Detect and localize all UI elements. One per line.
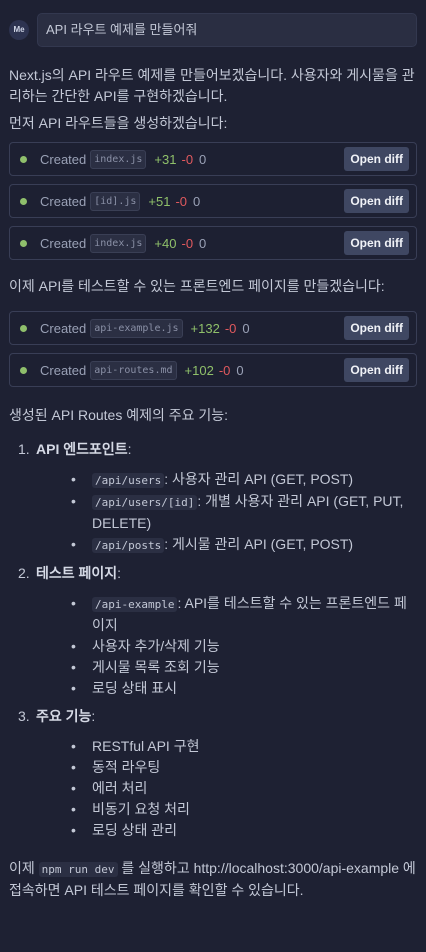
file-card: Created index.js +31 -0 0 Open diff — [9, 142, 417, 176]
list-item: 로딩 상태 관리 — [36, 820, 417, 841]
list-item: 로딩 상태 표시 — [36, 678, 417, 699]
lines-changed: 0 — [193, 193, 201, 209]
lines-added: +102 — [184, 362, 214, 378]
section-title: 주요 기능 — [36, 708, 92, 724]
section-suffix: : — [91, 708, 96, 724]
inline-code: /api/posts — [92, 538, 165, 553]
lines-removed: -0 — [181, 151, 194, 167]
list-item-text: 게시물 목록 조회 기능 — [92, 659, 220, 675]
status-dot-icon — [20, 197, 27, 205]
open-diff-button[interactable]: Open diff — [344, 316, 409, 340]
assistant-step-text: 먼저 API 라우트들을 생성하겠습니다: — [9, 115, 228, 131]
file-card: Created index.js +40 -0 0 Open diff — [9, 226, 417, 260]
section-number: 2. — [18, 565, 30, 581]
list-item-text: 비동기 요청 처리 — [92, 801, 190, 817]
lines-added: +51 — [148, 193, 171, 209]
list-item-text: RESTful API 구현 — [92, 738, 200, 754]
lines-added: +31 — [154, 151, 177, 167]
list-item: RESTful API 구현 — [36, 736, 417, 757]
created-label: Created — [40, 151, 87, 167]
user-message[interactable]: API 라우트 예제를 만들어줘 — [37, 13, 417, 47]
status-dot-icon — [20, 366, 27, 374]
open-diff-button[interactable]: Open diff — [344, 189, 409, 213]
section-suffix: : — [127, 441, 132, 457]
list-item: /api/posts: 게시물 관리 API (GET, POST) — [36, 534, 417, 556]
features-list: 1. API 엔드포인트: /api/users: 사용자 관리 API (GE… — [9, 439, 417, 841]
created-label: Created — [40, 193, 87, 209]
section-title: 테스트 페이지 — [36, 565, 118, 581]
lines-changed: 0 — [236, 362, 244, 378]
inline-code: /api-example — [92, 597, 178, 612]
open-diff-button[interactable]: Open diff — [344, 147, 409, 171]
lines-changed: 0 — [199, 151, 207, 167]
section-number: 3. — [18, 708, 30, 724]
inline-code: /api/users — [92, 473, 165, 488]
list-item: 비동기 요청 처리 — [36, 799, 417, 820]
list-item-text: 동적 라우팅 — [92, 759, 161, 775]
section-title: API 엔드포인트 — [36, 441, 128, 457]
user-message-row: Me API 라우트 예제를 만들어줘 — [9, 0, 417, 47]
feature-section: 1. API 엔드포인트: /api/users: 사용자 관리 API (GE… — [9, 439, 417, 556]
file-name: index.js — [90, 149, 147, 169]
list-item: /api/users/[id]: 개별 사용자 관리 API (GET, PUT… — [36, 491, 417, 534]
footer-text-before: 이제 — [9, 860, 39, 876]
inline-code: /api/users/[id] — [92, 495, 198, 510]
list-item: 에러 처리 — [36, 778, 417, 799]
open-diff-button[interactable]: Open diff — [344, 231, 409, 255]
features-heading: 생성된 API Routes 예제의 주요 기능: — [9, 407, 229, 423]
file-name: api-routes.md — [90, 360, 177, 380]
list-item: 게시물 목록 조회 기능 — [36, 657, 417, 678]
open-diff-button[interactable]: Open diff — [344, 358, 409, 382]
list-item: /api-example: API를 테스트할 수 있는 프론트엔드 페이지 — [36, 593, 417, 636]
lines-changed: 0 — [242, 320, 250, 336]
file-card: Created api-example.js +132 -0 0 Open di… — [9, 311, 417, 345]
lines-added: +40 — [154, 235, 177, 251]
lines-changed: 0 — [199, 235, 207, 251]
list-item-text: : 사용자 관리 API (GET, POST) — [164, 471, 354, 487]
file-cards-group-1: Created index.js +31 -0 0 Open diff Crea… — [9, 142, 417, 260]
file-card: Created [id].js +51 -0 0 Open diff — [9, 184, 417, 218]
status-dot-icon — [20, 239, 27, 247]
created-label: Created — [40, 235, 87, 251]
list-item-text: 에러 처리 — [92, 780, 148, 796]
file-name: api-example.js — [90, 318, 183, 338]
list-item-text: 로딩 상태 표시 — [92, 680, 178, 696]
file-name: index.js — [90, 233, 147, 253]
list-item-text: 로딩 상태 관리 — [92, 822, 178, 838]
lines-removed: -0 — [175, 193, 188, 209]
status-dot-icon — [20, 324, 27, 332]
lines-removed: -0 — [224, 320, 237, 336]
list-item: /api/users: 사용자 관리 API (GET, POST) — [36, 469, 417, 491]
file-card: Created api-routes.md +102 -0 0 Open dif… — [9, 353, 417, 387]
file-cards-group-2: Created api-example.js +132 -0 0 Open di… — [9, 311, 417, 387]
feature-section: 2. 테스트 페이지: /api-example: API를 테스트할 수 있는… — [9, 563, 417, 699]
created-label: Created — [40, 362, 87, 378]
assistant-middle-text: 이제 API를 테스트할 수 있는 프론트엔드 페이지를 만들겠습니다: — [9, 278, 385, 294]
lines-removed: -0 — [181, 235, 194, 251]
user-avatar: Me — [9, 20, 29, 40]
lines-added: +132 — [190, 320, 220, 336]
file-name: [id].js — [90, 191, 141, 211]
list-item: 동적 라우팅 — [36, 757, 417, 778]
status-dot-icon — [20, 155, 27, 163]
chat-transcript: Me API 라우트 예제를 만들어줘 Next.js의 API 라우트 예제를… — [0, 0, 426, 901]
section-suffix: : — [117, 565, 122, 581]
assistant-intro-text: Next.js의 API 라우트 예제를 만들어보겠습니다. 사용자와 게시물을… — [9, 67, 415, 104]
created-label: Created — [40, 320, 87, 336]
list-item-text: : 게시물 관리 API (GET, POST) — [164, 536, 354, 552]
feature-section: 3. 주요 기능: RESTful API 구현 동적 라우팅 에러 처리 비동… — [9, 706, 417, 841]
section-number: 1. — [18, 441, 30, 457]
lines-removed: -0 — [218, 362, 231, 378]
inline-code: npm run dev — [38, 862, 118, 877]
list-item: 사용자 추가/삭제 기능 — [36, 636, 417, 657]
footer-text: 이제 npm run dev 를 실행하고 http://localhost:3… — [9, 858, 417, 901]
list-item-text: 사용자 추가/삭제 기능 — [92, 638, 220, 654]
